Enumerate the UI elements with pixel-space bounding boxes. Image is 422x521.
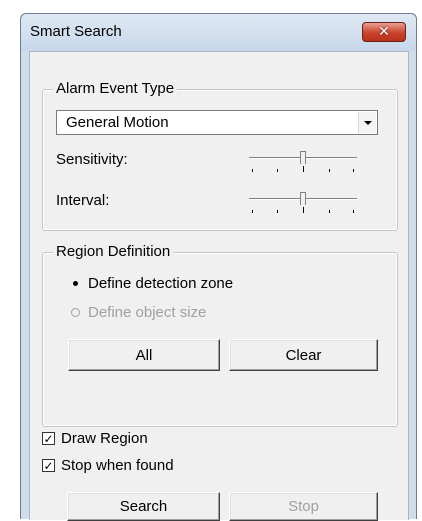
smart-search-window: Smart Search ✕ Alarm Event Type General … (20, 13, 417, 521)
close-icon: ✕ (378, 24, 390, 40)
radio-define-detection-zone[interactable]: Define detection zone (69, 275, 233, 292)
checkmark-icon: ✓ (42, 431, 55, 446)
slider-thumb[interactable] (300, 151, 306, 164)
radio-label: Define detection zone (88, 275, 234, 292)
slider-tick (277, 210, 278, 213)
interval-label: Interval: (56, 192, 110, 209)
draw-region-checkbox[interactable]: ✓ Draw Region (42, 430, 148, 447)
sensitivity-label: Sensitivity: (56, 151, 128, 168)
slider-tick (353, 169, 354, 172)
slider-tick (329, 210, 330, 213)
checkbox-label: Stop when found (61, 457, 174, 474)
slider-tick (252, 169, 253, 172)
chevron-down-icon[interactable] (358, 112, 376, 133)
alarm-event-type-group: Alarm Event Type General Motion Sensitiv… (42, 80, 398, 231)
sensitivity-slider[interactable] (249, 151, 357, 173)
checkbox-label: Draw Region (61, 430, 148, 447)
checkmark-icon: ✓ (42, 458, 55, 473)
slider-tick (329, 169, 330, 172)
alarm-event-type-legend: Alarm Event Type (53, 80, 178, 98)
radio-label: Define object size (88, 304, 207, 321)
radio-selected-icon (69, 277, 82, 290)
region-definition-group: Region Definition Define detection zone … (42, 243, 398, 427)
radio-unselected-icon (69, 306, 82, 319)
interval-slider[interactable] (249, 192, 357, 214)
radio-define-object-size[interactable]: Define object size (69, 304, 206, 321)
event-type-value: General Motion (66, 114, 169, 131)
all-button[interactable]: All (68, 339, 220, 371)
slider-tick (277, 169, 278, 172)
slider-tick (252, 210, 253, 213)
clear-button[interactable]: Clear (229, 339, 378, 371)
title-bar[interactable]: Smart Search ✕ (21, 14, 416, 51)
stop-button[interactable]: Stop (229, 492, 378, 521)
search-button[interactable]: Search (67, 492, 220, 521)
close-button[interactable]: ✕ (362, 22, 406, 42)
slider-tick (353, 210, 354, 213)
slider-tick (303, 166, 304, 172)
region-definition-legend: Region Definition (53, 243, 174, 261)
dialog-body: Alarm Event Type General Motion Sensitiv… (29, 51, 409, 521)
slider-tick (303, 207, 304, 213)
window-title: Smart Search (30, 23, 122, 40)
event-type-select[interactable]: General Motion (56, 110, 378, 135)
slider-thumb[interactable] (300, 192, 306, 205)
stop-when-found-checkbox[interactable]: ✓ Stop when found (42, 457, 174, 474)
